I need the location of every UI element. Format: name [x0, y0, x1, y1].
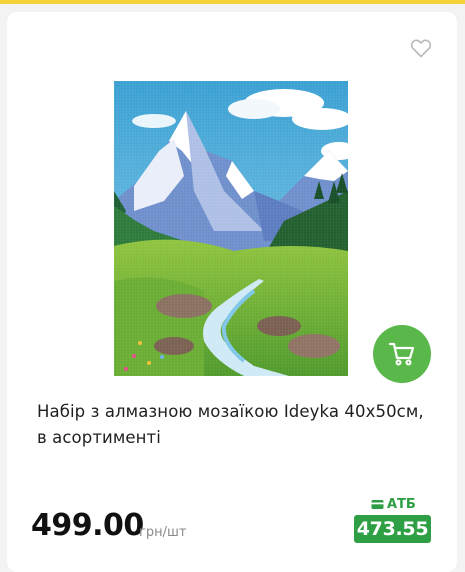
product-image[interactable]: [114, 81, 348, 376]
product-title[interactable]: Набір з алмазною мозаїкою Ideyka 40х50см…: [37, 399, 437, 451]
heart-outline-icon: [410, 39, 432, 58]
promo-store-label: АТБ: [371, 497, 416, 512]
promo-store-name: АТБ: [387, 497, 416, 512]
product-price: 499.00: [31, 508, 144, 543]
product-card[interactable]: Набір з алмазною мозаїкою Ideyka 40х50см…: [7, 12, 457, 572]
favorite-button[interactable]: [409, 36, 433, 60]
mosaic-landscape-picture: [114, 81, 348, 376]
cart-icon: [388, 342, 415, 366]
add-to-cart-button[interactable]: [373, 325, 431, 383]
price-unit: грн/шт: [139, 525, 187, 540]
top-accent-bar: [0, 0, 465, 4]
promo-price-badge: 473.55: [354, 515, 431, 543]
wallet-icon: [371, 500, 384, 509]
